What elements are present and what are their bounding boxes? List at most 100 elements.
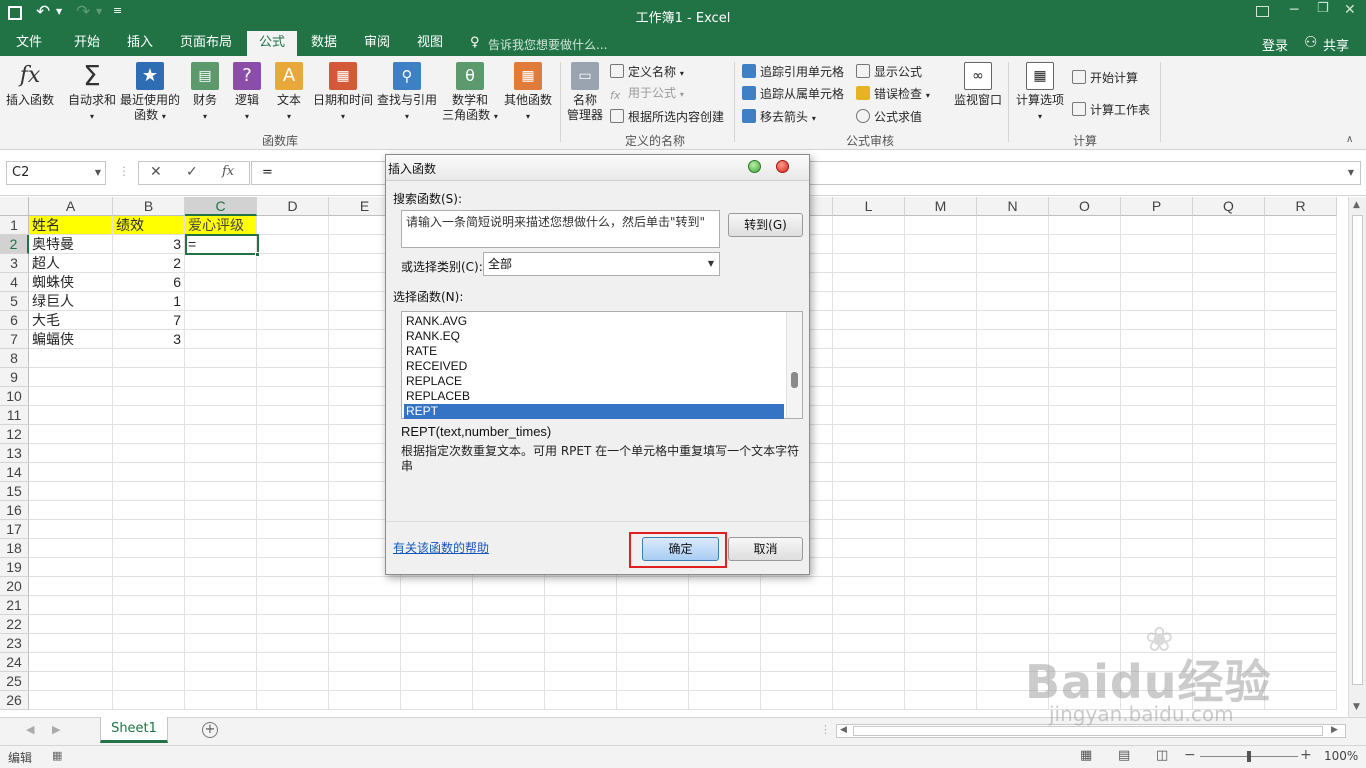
cell-q4[interactable] — [1193, 273, 1265, 292]
cell-l5[interactable] — [833, 292, 905, 311]
row-header-19[interactable]: 19 — [0, 558, 29, 577]
function-list-scrollbar[interactable] — [786, 312, 802, 418]
row-header-20[interactable]: 20 — [0, 577, 29, 596]
cell-r10[interactable] — [1265, 387, 1337, 406]
restore-icon[interactable]: ❐ — [1317, 1, 1329, 16]
tab-page-layout[interactable]: 页面布局 — [175, 31, 237, 56]
cell-c16[interactable] — [185, 501, 257, 520]
function-list-item[interactable]: RANK.AVG — [404, 314, 784, 329]
tab-view[interactable]: 视图 — [409, 31, 451, 56]
trace-dependents-button[interactable]: 追踪从属单元格 — [742, 86, 844, 102]
cell-h22[interactable] — [545, 615, 617, 634]
tab-review[interactable]: 审阅 — [356, 31, 398, 56]
cell-m2[interactable] — [905, 235, 977, 254]
cell-p4[interactable] — [1121, 273, 1193, 292]
cell-a16[interactable] — [29, 501, 113, 520]
name-manager-button[interactable]: ▭ 名称 管理器 — [562, 62, 608, 123]
cell-k25[interactable] — [761, 672, 833, 691]
cell-n3[interactable] — [977, 254, 1049, 273]
cell-m26[interactable] — [905, 691, 977, 710]
cell-o15[interactable] — [1049, 482, 1121, 501]
cell-o20[interactable] — [1049, 577, 1121, 596]
row-header-9[interactable]: 9 — [0, 368, 29, 387]
cell-c19[interactable] — [185, 558, 257, 577]
cell-a9[interactable] — [29, 368, 113, 387]
function-list-item[interactable]: REPLACE — [404, 374, 784, 389]
close-icon[interactable]: ✕ — [1344, 2, 1356, 18]
cell-m17[interactable] — [905, 520, 977, 539]
cell-p5[interactable] — [1121, 292, 1193, 311]
page-break-view-icon[interactable]: ◫ — [1156, 748, 1168, 763]
ok-button[interactable]: 确定 — [642, 537, 719, 561]
cell-r18[interactable] — [1265, 539, 1337, 558]
cell-g26[interactable] — [473, 691, 545, 710]
cell-q11[interactable] — [1193, 406, 1265, 425]
function-list-scroll-thumb[interactable] — [791, 372, 798, 388]
select-all-corner[interactable] — [0, 197, 29, 216]
cell-f23[interactable] — [401, 634, 473, 653]
cell-c24[interactable] — [185, 653, 257, 672]
cell-l1[interactable] — [833, 216, 905, 235]
cell-o13[interactable] — [1049, 444, 1121, 463]
cell-i22[interactable] — [617, 615, 689, 634]
row-header-6[interactable]: 6 — [0, 311, 29, 330]
cell-d5[interactable] — [257, 292, 329, 311]
cell-o19[interactable] — [1049, 558, 1121, 577]
cell-d10[interactable] — [257, 387, 329, 406]
cell-c3[interactable] — [185, 254, 257, 273]
cell-b4[interactable]: 6 — [113, 273, 185, 292]
name-box[interactable]: C2 ▼ — [6, 161, 106, 185]
cell-c18[interactable] — [185, 539, 257, 558]
cell-d16[interactable] — [257, 501, 329, 520]
cell-e24[interactable] — [329, 653, 401, 672]
cell-r9[interactable] — [1265, 368, 1337, 387]
cell-c11[interactable] — [185, 406, 257, 425]
cell-m19[interactable] — [905, 558, 977, 577]
cell-j20[interactable] — [689, 577, 761, 596]
cell-b5[interactable]: 1 — [113, 292, 185, 311]
cell-m11[interactable] — [905, 406, 977, 425]
cell-n2[interactable] — [977, 235, 1049, 254]
cell-q19[interactable] — [1193, 558, 1265, 577]
row-header-17[interactable]: 17 — [0, 520, 29, 539]
function-list-item[interactable]: REPLACEB — [404, 389, 784, 404]
cell-d15[interactable] — [257, 482, 329, 501]
collapse-ribbon-icon[interactable]: ∧ — [1346, 134, 1353, 145]
cell-p10[interactable] — [1121, 387, 1193, 406]
cell-d14[interactable] — [257, 463, 329, 482]
cell-c12[interactable] — [185, 425, 257, 444]
cell-p8[interactable] — [1121, 349, 1193, 368]
cell-d12[interactable] — [257, 425, 329, 444]
cell-b22[interactable] — [113, 615, 185, 634]
cell-c20[interactable] — [185, 577, 257, 596]
cell-l24[interactable] — [833, 653, 905, 672]
cell-r6[interactable] — [1265, 311, 1337, 330]
cell-b17[interactable] — [113, 520, 185, 539]
cell-l26[interactable] — [833, 691, 905, 710]
cell-b9[interactable] — [113, 368, 185, 387]
cell-b8[interactable] — [113, 349, 185, 368]
calc-sheet-button[interactable]: 计算工作表 — [1072, 102, 1150, 118]
cell-j26[interactable] — [689, 691, 761, 710]
cell-c13[interactable] — [185, 444, 257, 463]
text-button[interactable]: A 文本 ▾ — [270, 62, 308, 124]
cell-i25[interactable] — [617, 672, 689, 691]
cell-a1[interactable]: 姓名 — [29, 216, 113, 235]
cell-l2[interactable] — [833, 235, 905, 254]
cell-l9[interactable] — [833, 368, 905, 387]
cell-m3[interactable] — [905, 254, 977, 273]
row-header-12[interactable]: 12 — [0, 425, 29, 444]
cell-n15[interactable] — [977, 482, 1049, 501]
cell-r4[interactable] — [1265, 273, 1337, 292]
cell-c4[interactable] — [185, 273, 257, 292]
cell-r14[interactable] — [1265, 463, 1337, 482]
zoom-level[interactable]: 100% — [1324, 749, 1358, 763]
cell-n11[interactable] — [977, 406, 1049, 425]
cell-m22[interactable] — [905, 615, 977, 634]
cell-p6[interactable] — [1121, 311, 1193, 330]
cell-m6[interactable] — [905, 311, 977, 330]
cell-q6[interactable] — [1193, 311, 1265, 330]
cell-a17[interactable] — [29, 520, 113, 539]
row-header-5[interactable]: 5 — [0, 292, 29, 311]
cell-b21[interactable] — [113, 596, 185, 615]
